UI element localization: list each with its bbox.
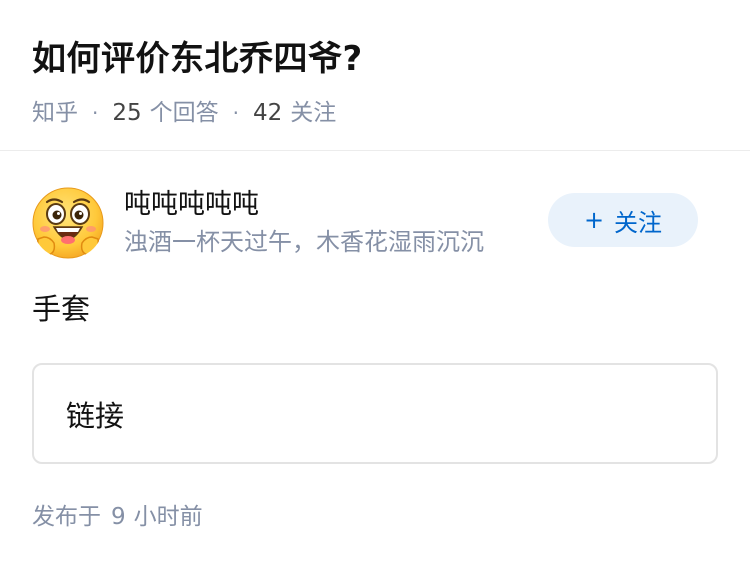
follow-button-label: 关注 (614, 208, 663, 237)
avatar-emoji-graphic (32, 187, 104, 259)
question-meta: 知乎 · 25 个回答 · 42 关注 (32, 98, 718, 128)
separator-dot: · (92, 101, 99, 125)
answer-item: 吨吨吨吨吨 浊酒一杯天过午，木香花湿雨沉沉 + 关注 手套 链接 发布于 9 小时前 (0, 151, 750, 532)
laughing-emoji-avatar-icon[interactable] (32, 187, 104, 259)
answer-count: 25 (112, 100, 142, 126)
author-row: 吨吨吨吨吨 浊酒一杯天过午，木香花湿雨沉沉 + 关注 (32, 185, 718, 261)
answer-content: 手套 (32, 292, 91, 326)
answer-count-unit: 个回答 (149, 100, 219, 126)
published-suffix: 小时前 (133, 504, 203, 530)
published-prefix: 发布于 (32, 504, 101, 530)
source-label[interactable]: 知乎 (32, 98, 78, 128)
plus-icon: + (583, 206, 605, 234)
published-time: 发布于 9 小时前 (32, 502, 718, 532)
follow-count-unit: 关注 (290, 100, 337, 126)
link-card[interactable]: 链接 (32, 363, 718, 464)
question-title[interactable]: 如何评价东北乔四爷? (32, 36, 718, 82)
question-header: 如何评价东北乔四爷? 知乎 · 25 个回答 · 42 关注 (0, 0, 750, 151)
question-page: 如何评价东北乔四爷? 知乎 · 25 个回答 · 42 关注 吨吨吨吨吨 浊酒一… (0, 0, 750, 572)
published-number: 9 (111, 504, 126, 530)
separator-dot: · (232, 101, 239, 125)
follow-button[interactable]: + 关注 (548, 193, 698, 247)
link-card-label: 链接 (66, 398, 125, 433)
follow-count: 42 (253, 100, 283, 126)
